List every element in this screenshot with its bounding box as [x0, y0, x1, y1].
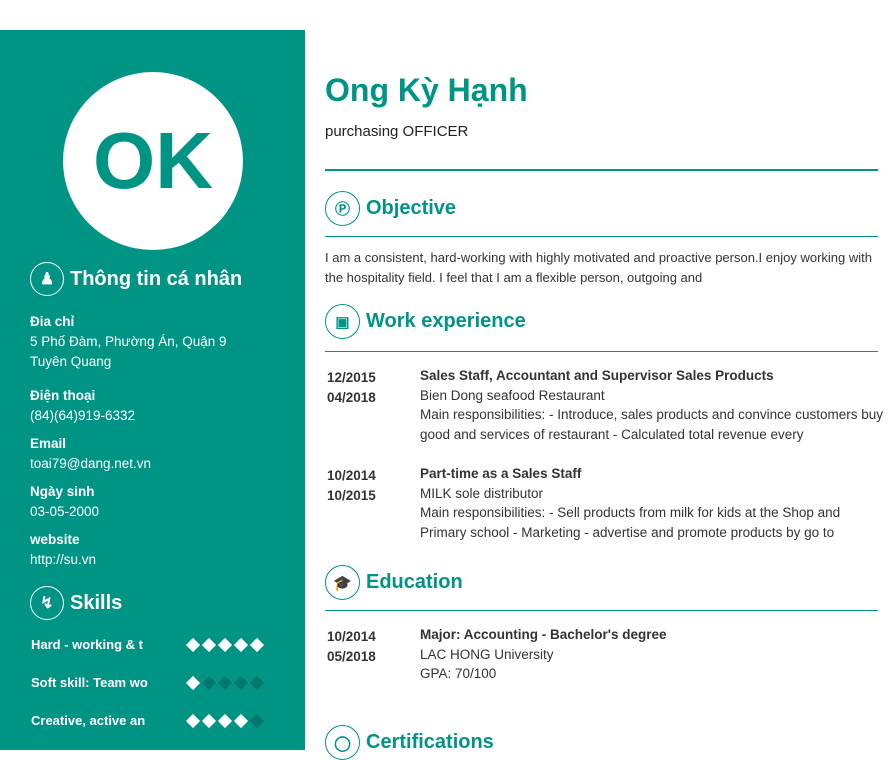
rating-diamond — [201, 637, 216, 652]
skill-name: Soft skill: Team wo — [31, 675, 148, 690]
skill-rating — [185, 713, 264, 728]
sidebar: OK ♟ Thông tin cá nhân Đia chỉ 5 Phố Đàm,… — [0, 30, 305, 750]
start-date: 12/2015 — [327, 370, 376, 385]
skill-rating — [185, 675, 264, 690]
rating-diamond — [201, 675, 216, 690]
phone-field: Điện thoại (84)(64)919-6332 — [30, 386, 227, 426]
rating-diamond — [233, 713, 248, 728]
entry-company: Bien Dong seafood Restaurant — [420, 387, 605, 403]
start-date: 10/2014 — [327, 629, 376, 644]
entry-title: Part-time as a Sales Staff — [420, 466, 582, 481]
entry-description: Main responsibilities: - Sell products f… — [420, 505, 841, 540]
objective-heading: Ⓟ Objective — [325, 191, 456, 226]
field-value: http://su.vn — [30, 552, 97, 567]
website-field: website http://su.vn — [30, 530, 227, 570]
skill-row: Soft skill: Team wo — [31, 675, 264, 690]
end-date: 04/2018 — [327, 390, 376, 405]
entry-description: Main responsibilities: - Introduce, sale… — [420, 407, 883, 442]
skill-row: Hard - working & t — [31, 637, 264, 652]
field-label: Email — [30, 436, 67, 451]
skill-name: Creative, active an — [31, 713, 146, 728]
user-icon: ♟ — [30, 262, 64, 296]
section-title: Objective — [366, 197, 457, 219]
rating-diamond — [217, 713, 232, 728]
divider — [325, 169, 878, 171]
rating-diamond — [217, 637, 232, 652]
avatar: OK — [63, 72, 243, 250]
field-label: Điện thoại — [30, 388, 96, 403]
objective-text: I am a consistent, hard-working with hig… — [325, 250, 872, 285]
rating-diamond — [185, 713, 200, 728]
entry-title: Sales Staff, Accountant and Supervisor S… — [420, 368, 774, 383]
divider — [325, 236, 878, 237]
rating-diamond — [185, 675, 200, 690]
graduation-cap-icon: 🎓 — [325, 565, 360, 600]
section-title: Education — [366, 571, 463, 593]
rating-diamond — [217, 675, 232, 690]
address-field: Đia chỉ 5 Phố Đàm, Phường Án, Quận 9 Tuyên… — [30, 312, 227, 372]
education-heading: 🎓 Education — [325, 565, 463, 600]
candidate-name: Ong Kỳ Hạnh — [325, 72, 528, 108]
rating-diamond — [185, 637, 200, 652]
skill-name: Hard - working & t — [31, 637, 143, 652]
divider — [325, 610, 878, 611]
entry-title: Major: Accounting - Bachelor's degree — [420, 627, 667, 642]
start-date: 10/2014 — [327, 468, 376, 483]
rating-diamond — [233, 637, 248, 652]
pinterest-icon: Ⓟ — [325, 191, 360, 226]
birthdate-field: Ngày sinh 03-05-2000 — [30, 482, 227, 522]
end-date: 10/2015 — [327, 488, 376, 503]
entry-gpa: GPA: 70/100 — [420, 666, 497, 681]
field-value: 03-05-2000 — [30, 504, 100, 519]
field-value: Tuyên Quang — [30, 354, 112, 369]
field-label: website — [30, 532, 80, 547]
rating-diamond — [201, 713, 216, 728]
personal-info-heading: ♟ Thông tin cá nhân — [30, 262, 242, 296]
personal-info-title: Thông tin cá nhân — [70, 267, 243, 290]
skills-heading: ↯ Skills — [30, 586, 122, 620]
skill-rating — [185, 637, 264, 652]
entry-school: LAC HONG University — [420, 646, 554, 662]
job-title: purchasing OFFICER — [325, 123, 469, 140]
work-heading: ▣ Work experience — [325, 304, 526, 339]
section-title: Certifications — [366, 731, 494, 753]
entry-company: MILK sole distributor — [420, 485, 544, 501]
field-label: Đia chỉ — [30, 314, 75, 329]
section-title: Work experience — [366, 310, 526, 332]
rating-diamond — [249, 675, 264, 690]
certifications-heading: ◯ Certifications — [325, 725, 494, 760]
field-label: Ngày sinh — [30, 484, 95, 499]
skills-title: Skills — [70, 591, 123, 614]
rating-diamond — [233, 675, 248, 690]
skill-row: Creative, active an — [31, 713, 264, 728]
archive-icon: ▣ — [325, 304, 360, 339]
lightning-icon: ↯ — [30, 586, 64, 620]
field-value: 5 Phố Đàm, Phường Án, Quận 9 — [30, 334, 227, 349]
field-value: (84)(64)919-6332 — [30, 408, 136, 423]
rating-diamond — [249, 713, 264, 728]
shield-icon: ◯ — [325, 725, 360, 760]
rating-diamond — [249, 637, 264, 652]
personal-info: Đia chỉ 5 Phố Đàm, Phường Án, Quận 9 Tuyên… — [30, 312, 227, 578]
email-field: Email toai79@dang.net.vn — [30, 434, 227, 474]
end-date: 05/2018 — [327, 649, 376, 664]
divider — [325, 351, 878, 352]
field-value: toai79@dang.net.vn — [30, 456, 152, 471]
